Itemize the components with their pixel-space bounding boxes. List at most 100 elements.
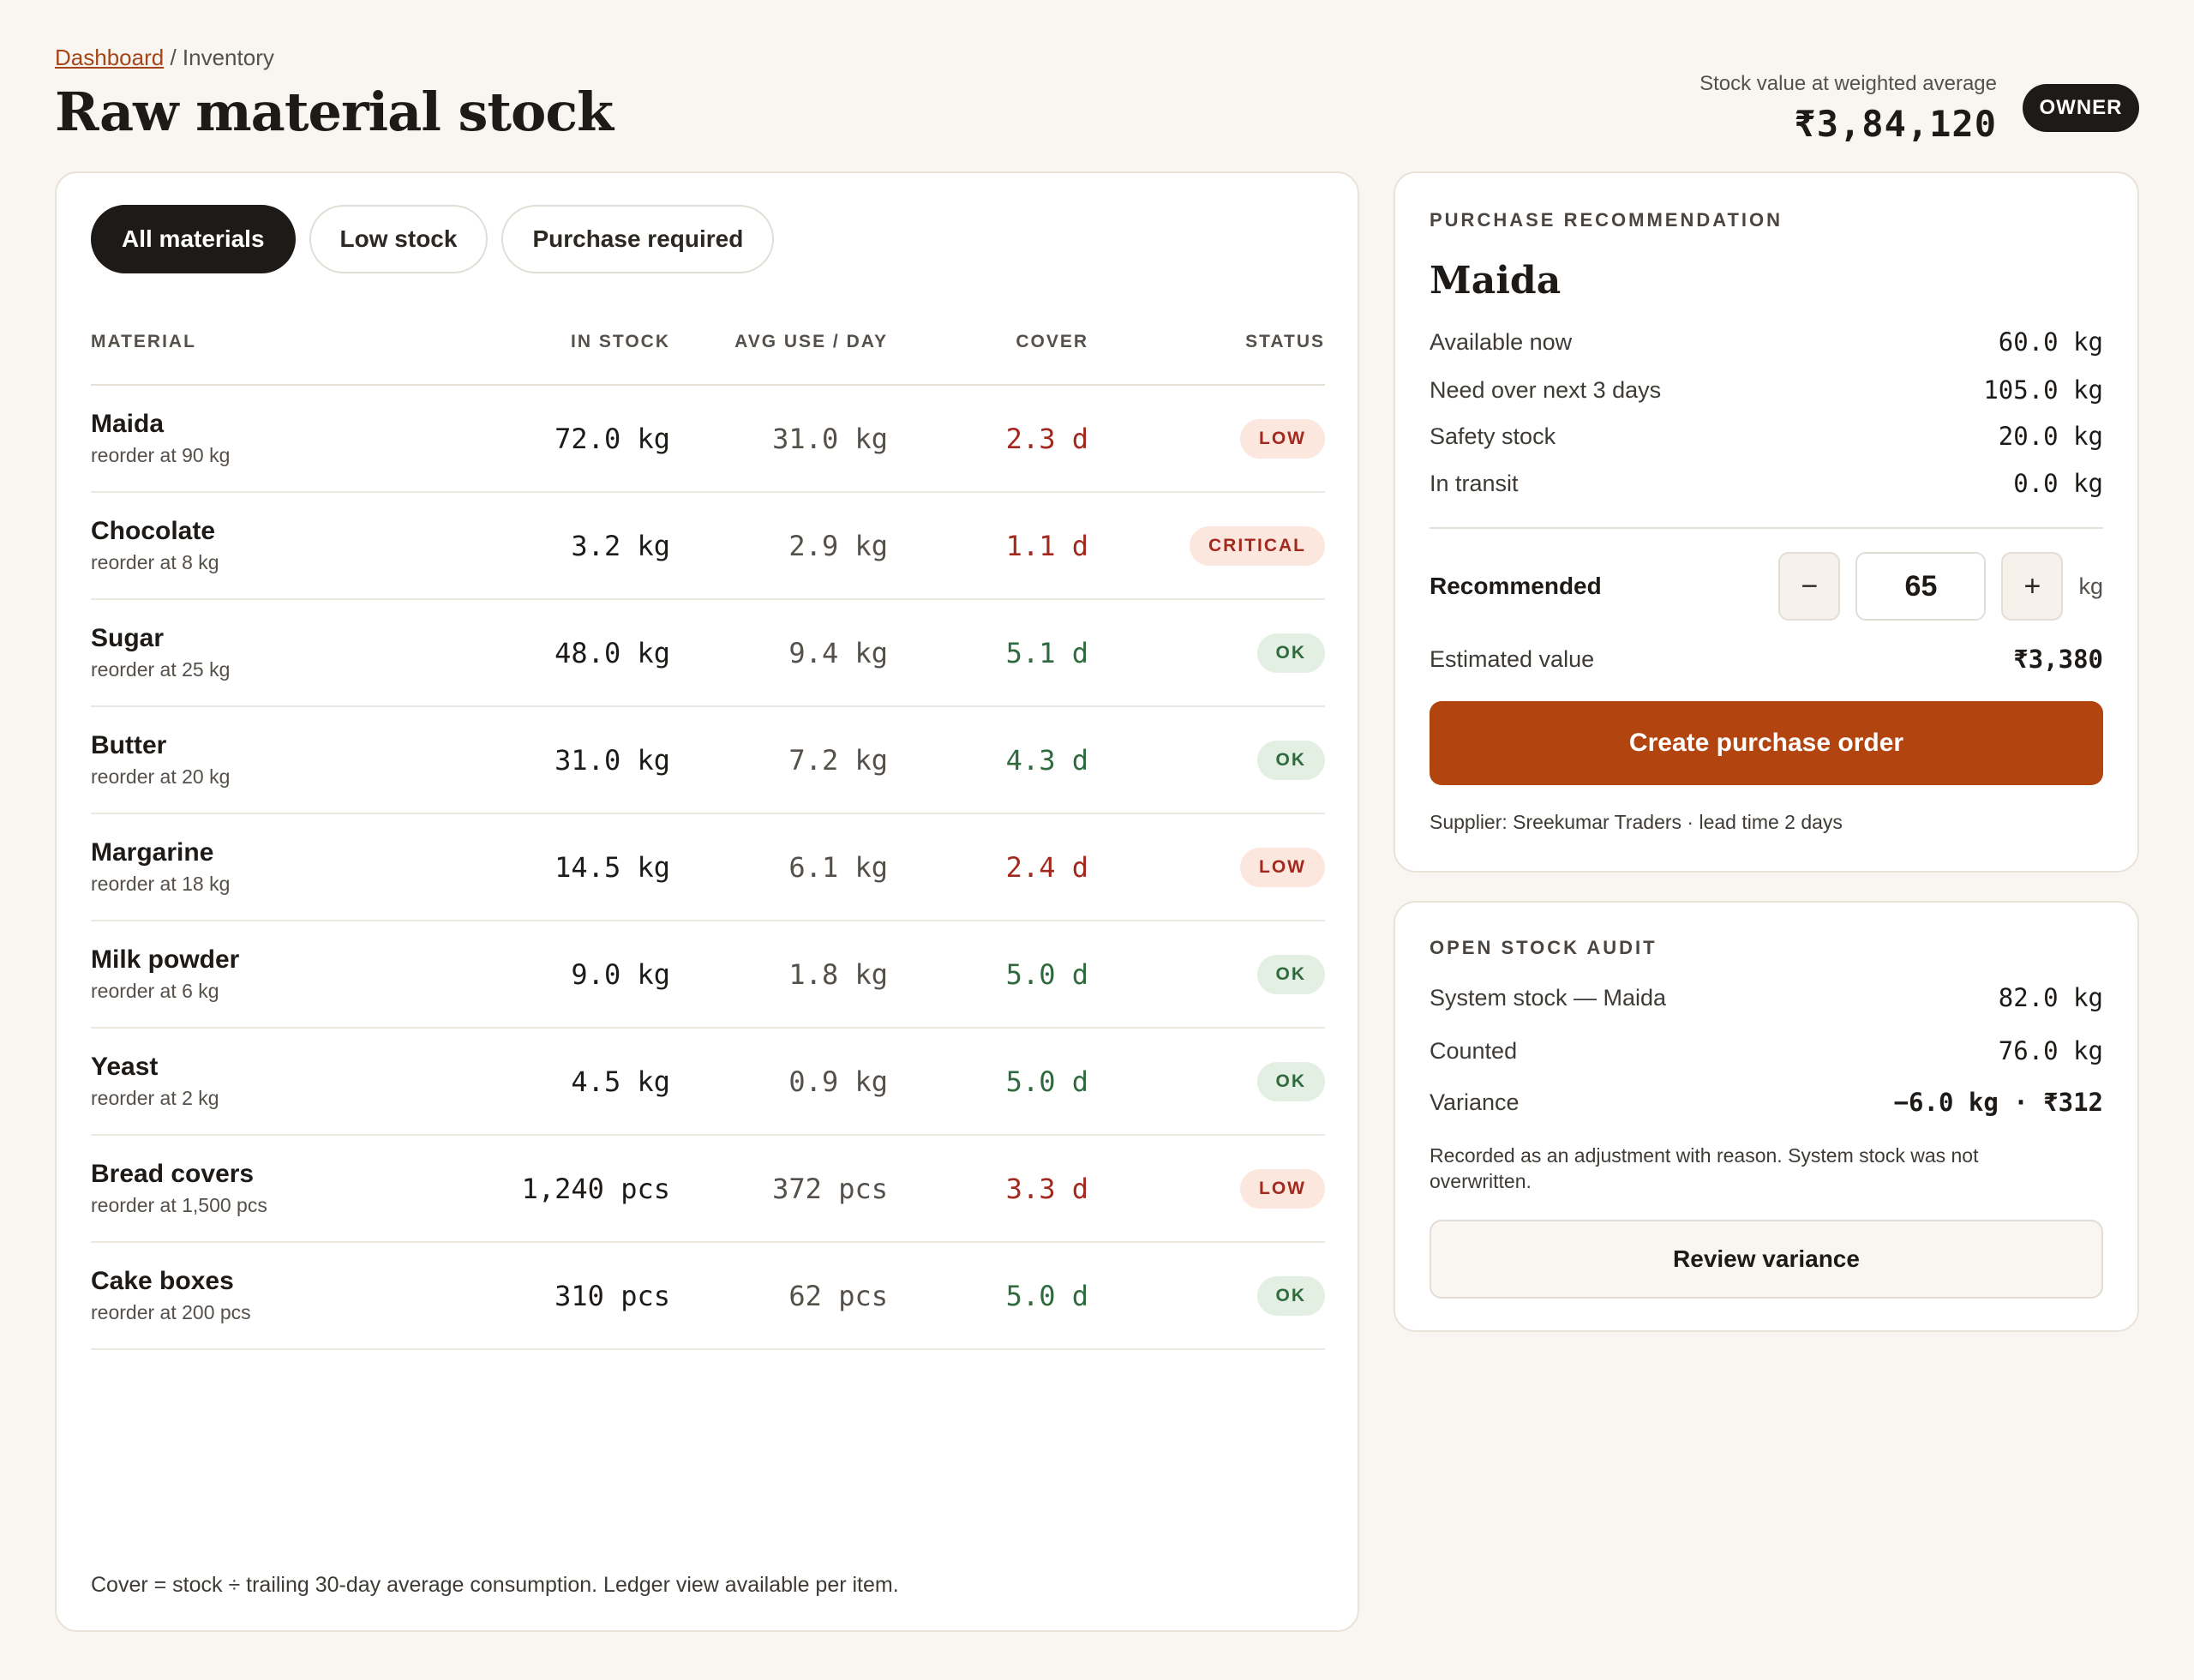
stock-value-amount: ₹3,84,120 <box>1794 103 1997 145</box>
status-badge: LOW <box>1240 1168 1325 1209</box>
tab-low-stock[interactable]: Low stock <box>309 205 489 273</box>
cover-value: 1.1 d <box>1005 529 1088 562</box>
material-name: Sugar <box>91 624 165 652</box>
cover-value: 4.3 d <box>1005 743 1088 777</box>
table-row[interactable]: Bread covers reorder at 1,500 pcs 1,240 p… <box>91 1136 1325 1243</box>
avg-use-value: 62 pcs <box>788 1279 888 1312</box>
recommended-label: Recommended <box>1430 573 1602 599</box>
estimated-label: Estimated value <box>1430 645 1595 672</box>
stock-table: MATERIAL IN STOCK AVG USE / DAY COVER ST… <box>91 300 1325 1350</box>
header-status[interactable]: STATUS <box>1088 332 1325 352</box>
in-transit-line: In transit 0.0 kg <box>1430 469 2103 498</box>
header-in-stock[interactable]: IN STOCK <box>468 332 670 352</box>
line-label: In transit <box>1430 470 1519 496</box>
header-avg-use[interactable]: AVG USE / DAY <box>670 332 888 352</box>
table-footnote: Cover = stock ÷ trailing 30-day average … <box>91 1573 899 1597</box>
cover-value: 5.0 d <box>1005 1065 1088 1098</box>
quantity-unit: kg <box>2078 573 2103 599</box>
variance-value: −6.0 kg · ₹312 <box>1893 1088 2103 1117</box>
role-badge: OWNER <box>2023 84 2139 132</box>
create-purchase-order-button[interactable]: Create purchase order <box>1430 701 2103 785</box>
material-name: Milk powder <box>91 945 240 974</box>
cover-value: 2.3 d <box>1005 422 1088 455</box>
stock-table-card: All materials Low stock Purchase require… <box>55 171 1359 1632</box>
filter-tabs: All materials Low stock Purchase require… <box>91 205 775 273</box>
breadcrumb-dashboard-link[interactable]: Dashboard <box>55 45 164 70</box>
table-row[interactable]: Butter reorder at 20 kg 31.0 kg 7.2 kg 4.… <box>91 707 1325 814</box>
table-row[interactable]: Milk powder reorder at 6 kg 9.0 kg 1.8 kg… <box>91 921 1325 1029</box>
safety-stock-line: Safety stock 20.0 kg <box>1430 422 2103 451</box>
status-badge: OK <box>1256 740 1325 780</box>
table-row[interactable]: Cake boxes reorder at 200 pcs 310 pcs 62 … <box>91 1243 1325 1350</box>
cover-value: 2.4 d <box>1005 850 1088 884</box>
counted-line: Counted 76.0 kg <box>1430 1036 2103 1065</box>
stock-audit-card: OPEN STOCK AUDIT System stock — Maida 82… <box>1394 901 2139 1332</box>
in-stock-value: 3.2 kg <box>571 529 670 562</box>
table-row[interactable]: Chocolate reorder at 8 kg 3.2 kg 2.9 kg 1… <box>91 493 1325 600</box>
status-badge: CRITICAL <box>1190 525 1325 566</box>
table-row[interactable]: Yeast reorder at 2 kg 4.5 kg 0.9 kg 5.0 d… <box>91 1029 1325 1136</box>
page-title: Raw material stock <box>55 81 614 143</box>
material-name: Butter <box>91 731 167 759</box>
line-value: 60.0 kg <box>1998 327 2103 357</box>
avg-use-value: 1.8 kg <box>788 957 888 991</box>
table-row[interactable]: Maida reorder at 90 kg 72.0 kg 31.0 kg 2.… <box>91 386 1325 493</box>
header-material[interactable]: MATERIAL <box>91 332 468 352</box>
status-badge: LOW <box>1240 418 1325 459</box>
reorder-level: reorder at 200 pcs <box>91 1301 251 1323</box>
reorder-level: reorder at 25 kg <box>91 658 231 681</box>
line-label: Need over next 3 days <box>1430 376 1662 403</box>
stock-value-label: Stock value at weighted average <box>1699 72 1997 95</box>
line-label: Counted <box>1430 1037 1518 1064</box>
cover-value: 5.1 d <box>1005 636 1088 669</box>
audit-note: Recorded as an adjustment with reason. S… <box>1430 1144 1979 1192</box>
line-label: Variance <box>1430 1089 1520 1115</box>
variance-line: Variance −6.0 kg · ₹312 <box>1430 1088 2103 1117</box>
cover-value: 3.3 d <box>1005 1172 1088 1205</box>
table-row[interactable]: Sugar reorder at 25 kg 48.0 kg 9.4 kg 5.1… <box>91 600 1325 707</box>
status-badge: OK <box>1256 1061 1325 1101</box>
line-value: 20.0 kg <box>1998 422 2103 451</box>
status-badge: OK <box>1256 954 1325 994</box>
review-variance-button[interactable]: Review variance <box>1430 1220 2103 1299</box>
estimated-value-line: Estimated value ₹3,380 <box>1430 645 2103 674</box>
cover-value: 5.0 d <box>1005 1279 1088 1312</box>
cover-value: 5.0 d <box>1005 957 1088 991</box>
avg-use-value: 9.4 kg <box>788 636 888 669</box>
line-value: 0.0 kg <box>2013 469 2103 498</box>
decrement-button[interactable]: − <box>1778 552 1841 621</box>
avg-use-value: 6.1 kg <box>788 850 888 884</box>
reorder-level: reorder at 2 kg <box>91 1087 219 1109</box>
in-stock-value: 310 pcs <box>554 1279 670 1312</box>
estimated-value: ₹3,380 <box>2013 645 2103 674</box>
avg-use-value: 2.9 kg <box>788 529 888 562</box>
material-name: Chocolate <box>91 517 216 545</box>
header-cover[interactable]: COVER <box>888 332 1088 352</box>
increment-button[interactable]: + <box>2001 552 2064 621</box>
purchase-recommendation-card: PURCHASE RECOMMENDATION Maida Available … <box>1394 171 2139 873</box>
need-next-days-line: Need over next 3 days 105.0 kg <box>1430 375 2103 405</box>
status-badge: OK <box>1256 1275 1325 1316</box>
breadcrumb-current: Inventory <box>182 45 274 70</box>
tab-all-materials[interactable]: All materials <box>91 205 296 273</box>
quantity-input[interactable] <box>1855 552 1987 621</box>
reorder-level: reorder at 6 kg <box>91 980 219 1002</box>
reorder-level: reorder at 18 kg <box>91 873 231 895</box>
in-stock-value: 9.0 kg <box>571 957 670 991</box>
line-value: 105.0 kg <box>1983 375 2103 405</box>
divider <box>1430 527 2103 529</box>
tab-purchase-required[interactable]: Purchase required <box>501 205 775 273</box>
system-stock-line: System stock — Maida 82.0 kg <box>1430 983 2103 1012</box>
breadcrumb-separator: / <box>170 45 177 70</box>
recommendation-material: Maida <box>1430 259 1562 303</box>
stock-value-summary: Stock value at weighted average ₹3,84,12… <box>1699 72 1997 145</box>
line-label: Safety stock <box>1430 423 1556 449</box>
table-row[interactable]: Margarine reorder at 18 kg 14.5 kg 6.1 kg… <box>91 814 1325 921</box>
line-value: 76.0 kg <box>1998 1036 2103 1065</box>
material-name: Maida <box>91 410 165 438</box>
status-badge: LOW <box>1240 847 1325 887</box>
avg-use-value: 31.0 kg <box>772 422 888 455</box>
avg-use-value: 7.2 kg <box>788 743 888 777</box>
reorder-level: reorder at 90 kg <box>91 444 231 466</box>
material-name: Cake boxes <box>91 1267 234 1295</box>
